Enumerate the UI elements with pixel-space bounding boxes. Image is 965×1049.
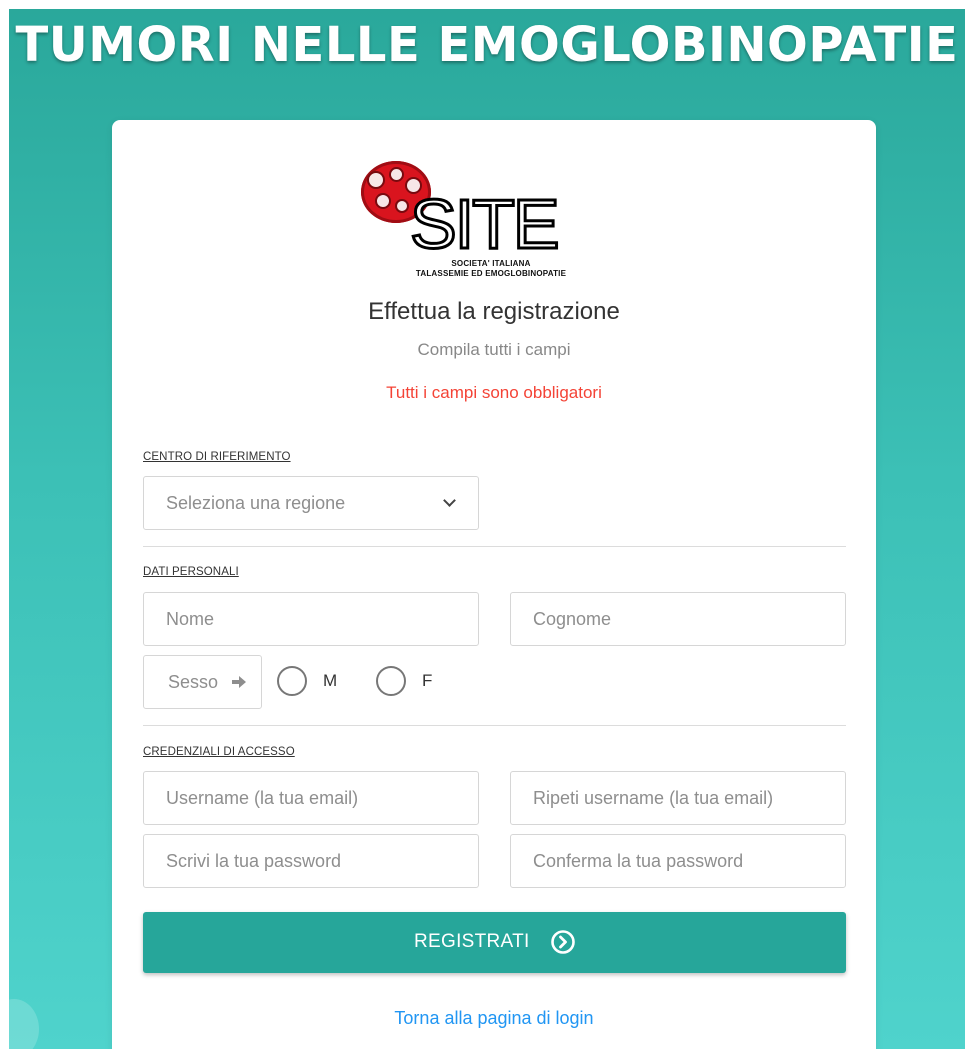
section-divider <box>143 546 846 547</box>
page-background: TUMORI NELLE EMOGLOBINOPATIE SITE SOCIET… <box>9 9 965 1049</box>
logo-cell <box>389 167 404 182</box>
logo-subtitle-line1: SOCIETA' ITALIANA <box>451 259 531 268</box>
arrow-right-icon <box>232 676 246 688</box>
logo-cell <box>367 171 385 189</box>
section-divider <box>143 725 846 726</box>
username-input[interactable] <box>143 771 479 825</box>
sex-radio-f[interactable] <box>376 666 406 696</box>
page-title: TUMORI NELLE EMOGLOBINOPATIE <box>15 17 959 73</box>
confirm-password-input[interactable] <box>510 834 846 888</box>
register-button[interactable]: REGISTRATI <box>143 912 846 973</box>
section-label-credentials: CREDENZIALI DI ACCESSO <box>143 746 295 758</box>
form-subheading: Compila tutti i campi <box>417 340 571 359</box>
logo-subtitle-line2: TALASSEMIE ED EMOGLOBINOPATIE <box>415 269 567 278</box>
logo-wordmark: SITE <box>409 185 562 263</box>
sex-radio-m[interactable] <box>277 666 307 696</box>
registration-card: SITE SOCIETA' ITALIANA TALASSEMIE ED EMO… <box>112 120 876 1049</box>
sex-radio-f-label: F <box>422 671 433 690</box>
logo-cell <box>375 193 391 209</box>
first-name-input[interactable] <box>143 592 479 646</box>
password-input[interactable] <box>143 834 479 888</box>
region-select-placeholder: Seleziona una regione <box>166 493 346 513</box>
region-select[interactable]: Seleziona una regione <box>143 476 479 530</box>
section-label-personal-data: DATI PERSONALI <box>143 566 239 578</box>
repeat-username-input[interactable] <box>510 771 846 825</box>
sex-label: Sesso <box>168 672 219 692</box>
chevron-circle-right-icon <box>551 930 575 954</box>
last-name-input[interactable] <box>510 592 846 646</box>
logo-cell <box>395 199 409 213</box>
background-decoration <box>9 999 39 1049</box>
back-to-login-link[interactable]: Torna alla pagina di login <box>112 1008 876 1029</box>
chevron-down-icon <box>443 494 456 507</box>
register-button-label: REGISTRATI <box>414 931 530 952</box>
section-label-reference-center: CENTRO DI RIFERIMENTO <box>143 451 291 463</box>
form-heading: Effettua la registrazione <box>368 298 620 325</box>
sex-label-box: Sesso <box>143 655 262 709</box>
site-logo: SITE SOCIETA' ITALIANA TALASSEMIE ED EMO… <box>361 161 581 281</box>
required-fields-note: Tutti i campi sono obbligatori <box>386 383 602 402</box>
sex-radio-m-label: M <box>323 671 338 690</box>
